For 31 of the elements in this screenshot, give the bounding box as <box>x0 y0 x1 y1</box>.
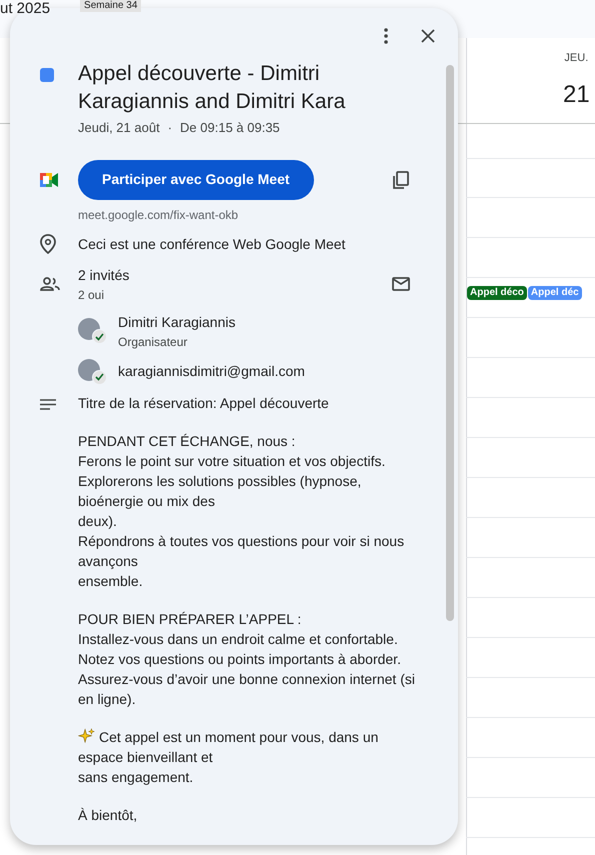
description-paragraph: PENDANT CET ÉCHANGE, nous : Ferons le point sur votre situation et vos objectifs. Explorerons les solutions possibles (hypnose, bioénergie ou mix des deux). Répondrons à toutes vos questions pour voir si nous avançons ensemble. <box>78 432 406 590</box>
location-pin-icon <box>40 234 56 254</box>
mail-icon[interactable] <box>392 277 410 291</box>
scrollbar-thumb[interactable] <box>446 65 454 621</box>
people-icon <box>40 277 60 291</box>
guest-name: karagiannisdimitri@gmail.com <box>118 362 305 381</box>
event-time: De 09:15 à 09:35 <box>180 119 280 137</box>
description-icon <box>40 398 56 410</box>
join-meet-button[interactable]: Participer avec Google Meet <box>78 160 314 200</box>
copy-icon[interactable] <box>392 170 410 188</box>
location-text: Ceci est une conférence Web Google Meet <box>78 234 346 254</box>
separator-dot: · <box>168 119 172 137</box>
guest-role: Organisateur <box>118 334 188 350</box>
guest-name: Dimitri Karagiannis <box>118 312 236 332</box>
sparkles-icon <box>78 728 95 744</box>
description-paragraph: POUR BIEN PRÉPARER L’APPEL : Installez-vous dans un endroit calme et confortable. Notez vos questions ou points importants à aborder. Assurez-vous d’avoir une bonne connexion internet (si en ligne). <box>78 610 415 708</box>
meet-link[interactable]: meet.google.com/fix-want-okb <box>78 206 418 224</box>
calendar-event-chip[interactable]: Appel déc <box>528 286 582 300</box>
description-paragraph: À bientôt, <box>78 806 138 824</box>
event-title: Appel découverte - Dimitri Karagiannis and Dimitri Kara <box>78 61 346 115</box>
description-paragraph: Titre de la réservation: Appel découverte <box>78 394 330 412</box>
month-title: ut 2025 <box>0 0 50 17</box>
video-camera-icon <box>40 172 58 186</box>
event-date: Jeudi, 21 août <box>78 119 160 137</box>
calendar-event-chip[interactable]: Appel déco <box>467 286 527 300</box>
guest-responses: 2 oui <box>78 286 106 304</box>
week-badge: Semaine 34 <box>80 0 142 12</box>
day-number[interactable]: 21 <box>563 76 590 112</box>
weekday-label: JEU. <box>564 51 588 66</box>
guest-count: 2 invités <box>78 266 130 284</box>
description-paragraph: Cet appel est un moment pour vous, dans un espace bienveillant et sans engagement. <box>78 726 380 786</box>
